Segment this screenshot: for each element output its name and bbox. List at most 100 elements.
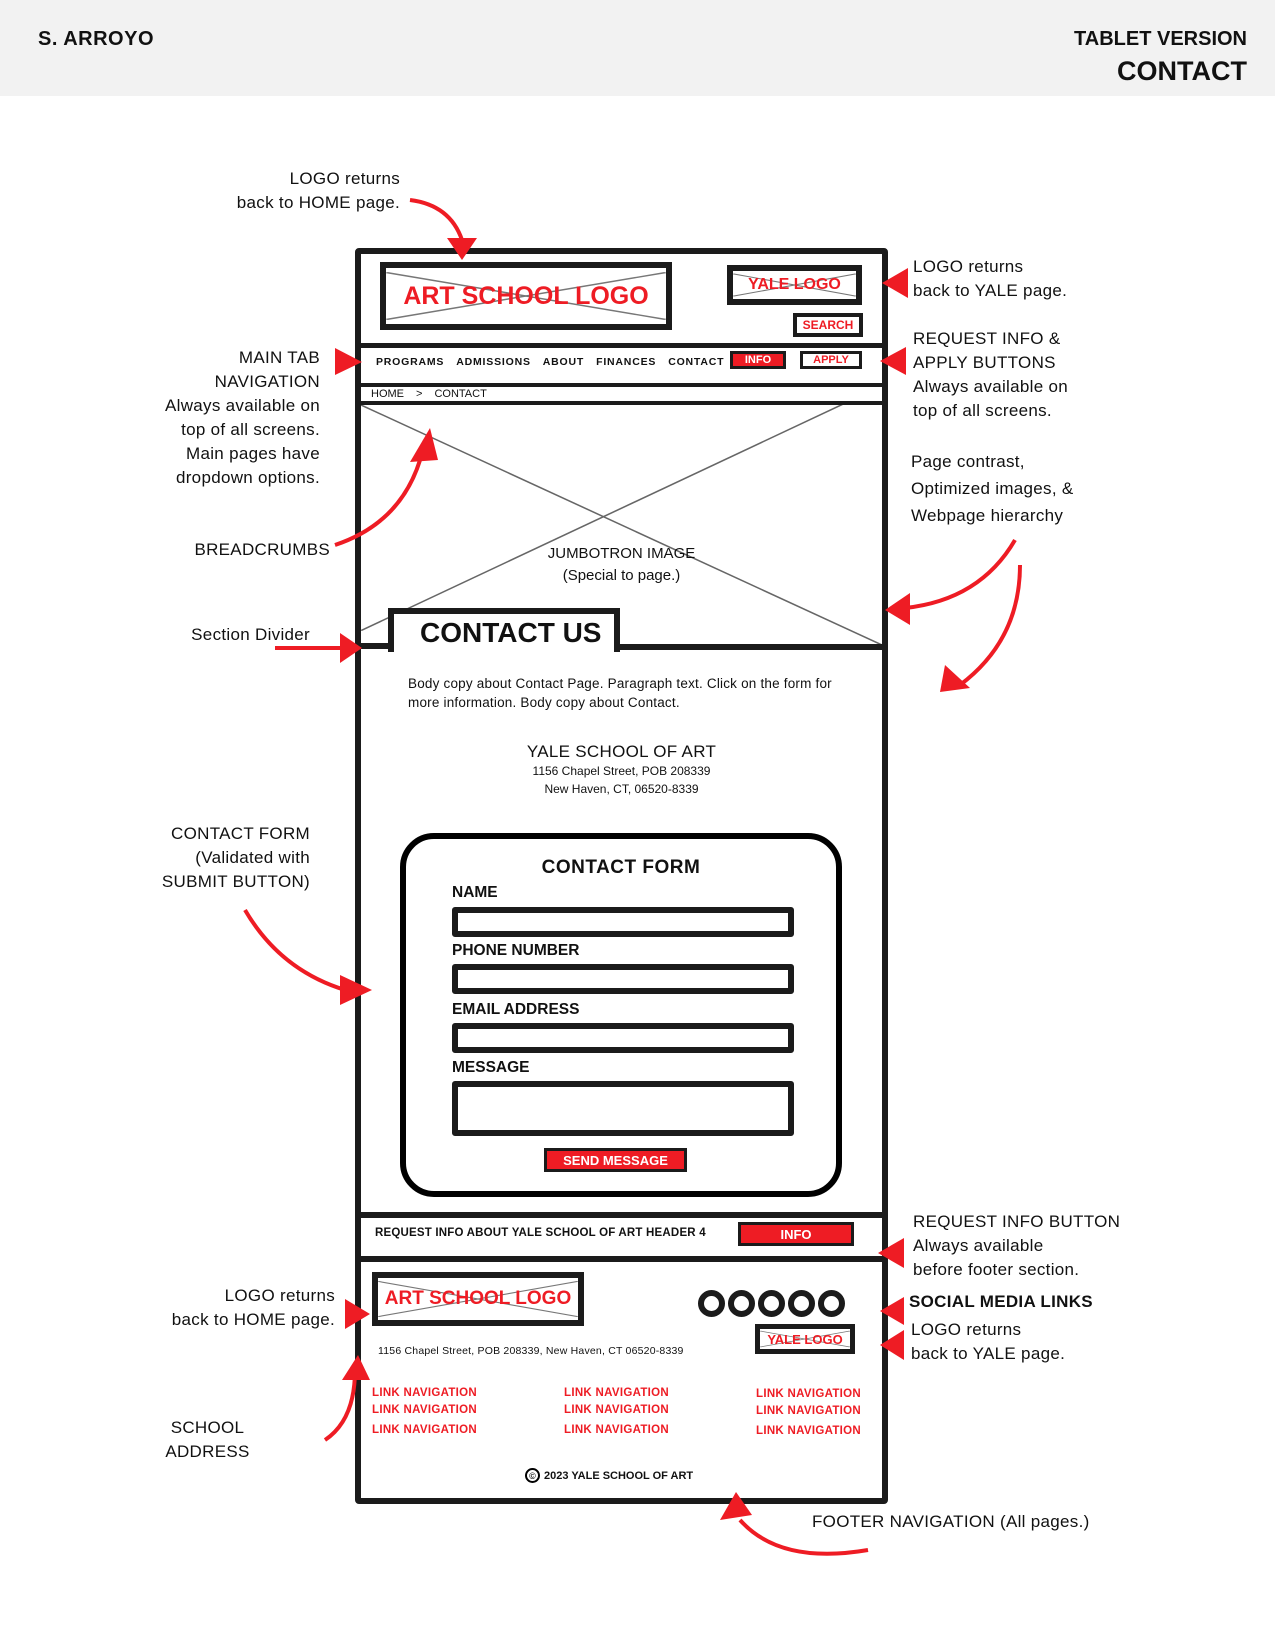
footer-address: 1156 Chapel Street, POB 208339, New Have… xyxy=(378,1345,684,1357)
annotation-line: ADDRESS xyxy=(165,1442,250,1461)
footer-yale-logo[interactable]: YALE LOGO xyxy=(755,1324,855,1354)
art-school-logo[interactable]: ART SCHOOL LOGO xyxy=(380,262,672,330)
annotation-line: MAIN TAB xyxy=(238,348,320,367)
annotation-school-address: SCHOOL ADDRESS xyxy=(120,1416,295,1464)
footer-art-school-logo[interactable]: ART SCHOOL LOGO xyxy=(372,1272,584,1326)
info-button[interactable]: INFO xyxy=(730,351,786,369)
social-icon-2[interactable] xyxy=(728,1290,755,1317)
search-button[interactable]: SEARCH xyxy=(793,313,863,337)
annotation-line: LOGO returns xyxy=(911,1320,1022,1339)
request-info-button[interactable]: INFO xyxy=(738,1222,854,1246)
annotation-line: APPLY BUTTONS xyxy=(913,353,1056,372)
annotation-line: top of all screens. xyxy=(181,420,320,439)
copyright-icon: © xyxy=(525,1468,540,1483)
nav-about[interactable]: ABOUT xyxy=(543,356,584,368)
footer-link[interactable]: LINK NAVIGATION xyxy=(372,1385,477,1402)
annotation-section-divider: Section Divider xyxy=(191,625,310,644)
footer-link[interactable]: LINK NAVIGATION xyxy=(564,1385,669,1402)
annotation-line: NAVIGATION xyxy=(214,372,320,391)
annotation-line: dropdown options. xyxy=(175,468,320,487)
annotation-line: Webpage hierarchy xyxy=(911,506,1064,525)
nav-contact[interactable]: CONTACT xyxy=(668,356,724,368)
annotation-line: LOGO returns xyxy=(289,169,400,188)
footer-link[interactable]: LINK NAVIGATION xyxy=(372,1422,477,1439)
annotation-line: Always available on xyxy=(913,377,1069,396)
social-icon-5[interactable] xyxy=(818,1290,845,1317)
email-field[interactable] xyxy=(452,1023,794,1053)
arrow-contact-form xyxy=(243,908,346,992)
footer-link-column-3: LINK NAVIGATION LINK NAVIGATION LINK NAV… xyxy=(756,1386,861,1440)
footer-link[interactable]: LINK NAVIGATION xyxy=(564,1402,669,1419)
annotation-line: REQUEST INFO & xyxy=(913,329,1061,348)
arrow-contrast-1 xyxy=(904,538,1017,610)
jumbotron-label: JUMBOTRON IMAGE (Special to page.) xyxy=(361,543,882,587)
name-field[interactable] xyxy=(452,907,794,937)
breadcrumb-current: CONTACT xyxy=(434,388,487,400)
annotation-line: Main pages have xyxy=(186,444,320,463)
page-title: CONTACT xyxy=(1117,56,1247,86)
nav-finances[interactable]: FINANCES xyxy=(596,356,656,368)
nav-programs[interactable]: PROGRAMS xyxy=(376,356,444,368)
send-message-button[interactable]: SEND MESSAGE xyxy=(544,1148,687,1172)
footer-link[interactable]: LINK NAVIGATION xyxy=(756,1386,861,1403)
jumbotron-title: JUMBOTRON IMAGE xyxy=(547,545,696,562)
annotation-line: SUBMIT BUTTON) xyxy=(161,872,310,891)
annotation-line: before footer section. xyxy=(913,1260,1080,1279)
annotation-line: Always available xyxy=(913,1236,1044,1255)
yale-logo[interactable]: YALE LOGO xyxy=(727,265,862,305)
annotation-line: back to HOME page. xyxy=(171,1310,335,1329)
footer-link-column-1: LINK NAVIGATION LINK NAVIGATION LINK NAV… xyxy=(372,1385,477,1439)
header-divider xyxy=(355,343,888,348)
annotation-line: LOGO returns xyxy=(224,1286,335,1305)
annotation-request-info-button: REQUEST INFO BUTTON Always available bef… xyxy=(913,1210,1120,1282)
contact-form: CONTACT FORM NAME PHONE NUMBER EMAIL ADD… xyxy=(400,833,842,1197)
annotation-contrast: Page contrast, Optimized images, & Webpa… xyxy=(911,448,1074,529)
footer-link-column-2: LINK NAVIGATION LINK NAVIGATION LINK NAV… xyxy=(564,1385,669,1439)
social-icon-4[interactable] xyxy=(788,1290,815,1317)
section-tab-contact-us: CONTACT US xyxy=(388,608,620,652)
annotation-logo-home-top: LOGO returns back to HOME page. xyxy=(180,167,400,215)
social-icon-3[interactable] xyxy=(758,1290,785,1317)
annotation-main-tab-nav: MAIN TAB NAVIGATION Always available on … xyxy=(120,346,320,490)
annotation-request-apply: REQUEST INFO & APPLY BUTTONS Always avai… xyxy=(913,327,1068,423)
footer-link[interactable]: LINK NAVIGATION xyxy=(564,1422,669,1439)
body-copy: Body copy about Contact Page. Paragraph … xyxy=(408,676,832,710)
breadcrumb-home[interactable]: HOME xyxy=(371,388,404,400)
footer-link[interactable]: LINK NAVIGATION xyxy=(372,1402,477,1419)
annotation-line: LOGO returns xyxy=(913,257,1024,276)
nav-admissions[interactable]: ADMISSIONS xyxy=(456,356,531,368)
annotation-line: back to YALE page. xyxy=(911,1344,1066,1363)
copyright-text: 2023 YALE SCHOOL OF ART xyxy=(544,1469,694,1482)
footer-link[interactable]: LINK NAVIGATION xyxy=(756,1423,861,1440)
section-divider-right xyxy=(615,644,888,650)
footer-link[interactable]: LINK NAVIGATION xyxy=(756,1403,861,1420)
annotation-line: (Validated with xyxy=(195,848,310,867)
annotation-breadcrumbs: BREADCRUMBS xyxy=(194,540,330,559)
school-contact-info: YALE SCHOOL OF ART 1156 Chapel Street, P… xyxy=(361,742,882,798)
phone-field[interactable] xyxy=(452,964,794,994)
breadcrumb-separator: > xyxy=(416,388,423,400)
arrowhead-contrast-1 xyxy=(885,593,910,625)
email-label: EMAIL ADDRESS xyxy=(452,1001,580,1018)
annotation-line: top of all screens. xyxy=(913,401,1052,420)
message-field[interactable] xyxy=(452,1081,794,1136)
author-name: S. ARROYO xyxy=(38,28,154,50)
message-label: MESSAGE xyxy=(452,1059,530,1076)
school-name: YALE SCHOOL OF ART xyxy=(526,742,717,761)
contact-form-title: CONTACT FORM xyxy=(541,857,701,878)
social-icon-1[interactable] xyxy=(698,1290,725,1317)
annotation-footer-nav: FOOTER NAVIGATION (All pages.) xyxy=(812,1512,1090,1531)
request-bar-top-divider xyxy=(355,1212,888,1218)
annotation-logo-home-footer: LOGO returns back to HOME page. xyxy=(120,1284,335,1332)
name-label: NAME xyxy=(452,884,498,901)
arrowhead-contrast-2 xyxy=(940,665,970,692)
annotation-contact-form: CONTACT FORM (Validated with SUBMIT BUTT… xyxy=(100,822,310,894)
art-school-logo-text: ART SCHOOL LOGO xyxy=(403,281,649,310)
annotation-line: back to YALE page. xyxy=(913,281,1068,300)
annotation-line: SCHOOL xyxy=(170,1418,245,1437)
apply-button[interactable]: APPLY xyxy=(800,351,862,369)
arrow-school-address xyxy=(323,1369,357,1442)
yale-logo-text: YALE LOGO xyxy=(748,276,841,293)
footer-yale-logo-text: YALE LOGO xyxy=(767,1331,843,1347)
request-info-text: REQUEST INFO ABOUT YALE SCHOOL OF ART HE… xyxy=(375,1227,706,1239)
